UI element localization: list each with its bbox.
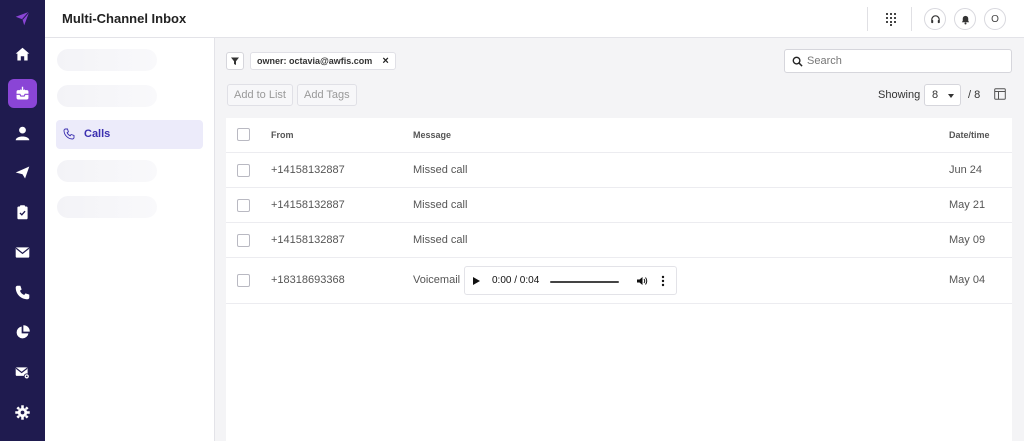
- from-cell: +14158132887: [271, 199, 345, 211]
- loading-placeholder: [57, 160, 157, 182]
- table-row[interactable]: +14158132887 Missed call Jun 24: [226, 153, 1012, 188]
- search-box: [784, 49, 1012, 73]
- message-cell: Missed call: [413, 199, 468, 211]
- volume-icon[interactable]: [636, 275, 648, 287]
- voicemail-audio-player: 0:00 / 0:04: [464, 266, 677, 295]
- column-header-from: From: [271, 130, 294, 140]
- date-cell: Jun 24: [949, 164, 983, 176]
- table-row[interactable]: +14158132887 Missed call May 09: [226, 223, 1012, 258]
- page-size-value: 8: [932, 89, 939, 101]
- inbox-icon[interactable]: [8, 79, 37, 108]
- loading-placeholder: [57, 49, 157, 71]
- date-cell: May 21: [949, 199, 986, 211]
- row-checkbox[interactable]: [237, 274, 250, 287]
- filter-chip: owner: octavia@awfis.com ×: [250, 52, 396, 70]
- filter-icon: [231, 57, 239, 65]
- from-cell: +18318693368: [271, 274, 345, 286]
- more-options-icon[interactable]: [661, 275, 665, 287]
- contacts-icon[interactable]: [8, 119, 37, 148]
- mail-icon[interactable]: [8, 238, 37, 267]
- filter-chip-label: owner: octavia@awfis.com: [257, 56, 373, 66]
- headset-icon: [930, 14, 940, 23]
- page-size-select[interactable]: 8: [924, 84, 961, 106]
- filter-button[interactable]: [226, 52, 244, 70]
- add-tags-button[interactable]: Add Tags: [297, 84, 357, 106]
- divider: [867, 7, 868, 31]
- home-icon[interactable]: [8, 40, 37, 69]
- date-cell: May 04: [949, 274, 986, 286]
- row-checkbox[interactable]: [237, 164, 250, 177]
- total-count: / 8: [968, 89, 981, 101]
- sidebar-item-calls[interactable]: Calls: [56, 120, 203, 149]
- audio-time: 0:00 / 0:04: [492, 275, 540, 286]
- divider: [911, 7, 912, 31]
- support-button[interactable]: [924, 8, 946, 30]
- play-icon[interactable]: [473, 277, 480, 285]
- from-cell: +14158132887: [271, 164, 345, 176]
- select-all-checkbox[interactable]: [237, 128, 250, 141]
- showing-label: Showing: [878, 89, 921, 101]
- mail-settings-icon[interactable]: [8, 358, 37, 387]
- add-to-list-button[interactable]: Add to List: [227, 84, 293, 106]
- table-row[interactable]: +18318693368 Voicemail 0:00 / 0:04 May 0…: [226, 258, 1012, 304]
- page-title: Multi-Channel Inbox: [62, 11, 187, 26]
- loading-placeholder: [57, 85, 157, 107]
- calls-table: From Message Date/time +14158132887 Miss…: [226, 118, 1012, 441]
- phone-icon[interactable]: [8, 278, 37, 307]
- inbox-sidebar: Calls: [45, 38, 215, 441]
- date-cell: May 09: [949, 234, 986, 246]
- table-row[interactable]: +14158132887 Missed call May 21: [226, 188, 1012, 223]
- search-icon: [792, 56, 803, 67]
- settings-icon[interactable]: [8, 398, 37, 427]
- loading-placeholder: [57, 196, 157, 218]
- audio-progress-track[interactable]: [550, 281, 619, 283]
- left-rail: [0, 0, 45, 441]
- reports-icon[interactable]: [8, 318, 37, 347]
- close-icon[interactable]: ×: [382, 55, 388, 67]
- row-checkbox[interactable]: [237, 199, 250, 212]
- top-bar: Multi-Channel Inbox O: [45, 0, 1024, 38]
- columns-icon[interactable]: [994, 88, 1006, 100]
- column-header-datetime: Date/time: [949, 130, 990, 140]
- column-header-message: Message: [413, 130, 452, 140]
- message-cell: Missed call: [413, 234, 468, 246]
- campaign-icon[interactable]: [8, 158, 37, 187]
- message-cell: Missed call: [413, 164, 468, 176]
- bell-icon: [961, 15, 969, 24]
- table-header: From Message Date/time: [226, 118, 1012, 153]
- tasks-icon[interactable]: [8, 198, 37, 227]
- search-input[interactable]: [807, 53, 1007, 69]
- row-checkbox[interactable]: [237, 234, 250, 247]
- apps-grid-icon[interactable]: [883, 11, 899, 27]
- user-avatar[interactable]: O: [984, 8, 1006, 30]
- logo-icon[interactable]: [8, 4, 37, 33]
- from-cell: +14158132887: [271, 234, 345, 246]
- sidebar-item-label: Calls: [84, 128, 111, 140]
- message-cell: Voicemail: [413, 274, 461, 286]
- caret-down-icon: [948, 94, 954, 98]
- phone-icon: [63, 128, 75, 140]
- notifications-button[interactable]: [954, 8, 976, 30]
